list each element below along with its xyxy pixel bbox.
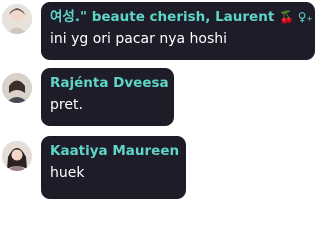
- sender-name[interactable]: Rajénta Dveesa: [50, 74, 169, 92]
- message-text: pret.: [50, 97, 83, 113]
- user-avatar-icon[interactable]: [2, 141, 32, 171]
- user-avatar-icon[interactable]: [2, 4, 32, 34]
- sender-decoration: 🍒 ♀︎₊: [279, 10, 313, 24]
- message-bubble[interactable]: Kaatiya Maureen huek: [41, 136, 186, 199]
- sender-name[interactable]: Kaatiya Maureen: [50, 142, 179, 160]
- message-text: huek: [50, 165, 85, 181]
- chat-thread: 여성." beaute cherish, Laurent 🍒 ♀︎₊ ini y…: [0, 0, 320, 251]
- message-text: ini yg ori pacar nya hoshi: [50, 31, 228, 47]
- message-bubble[interactable]: 여성." beaute cherish, Laurent 🍒 ♀︎₊ ini y…: [41, 2, 315, 60]
- user-avatar-icon[interactable]: [2, 73, 32, 103]
- sender-name[interactable]: 여성." beaute cherish, Laurent 🍒 ♀︎₊: [50, 8, 313, 26]
- message-bubble[interactable]: Rajénta Dveesa pret.: [41, 68, 174, 126]
